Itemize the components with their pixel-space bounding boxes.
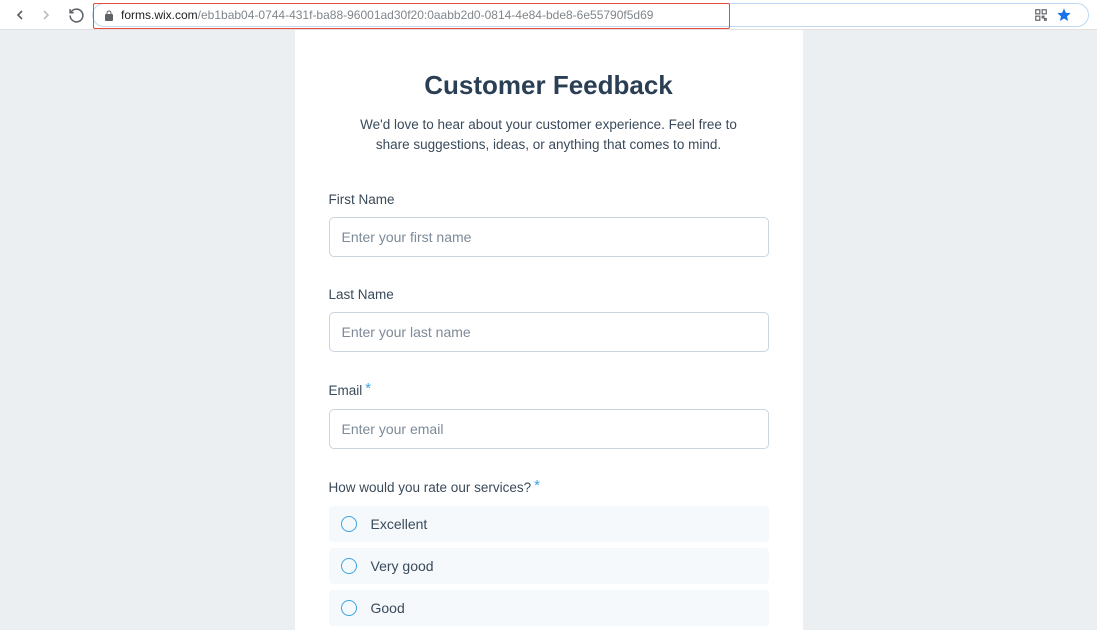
lock-icon [103, 9, 115, 21]
qr-icon[interactable] [1034, 8, 1048, 22]
radio-circle-icon [341, 600, 357, 616]
page-content: Customer Feedback We'd love to hear abou… [0, 30, 1097, 630]
bookmark-star-icon[interactable] [1056, 7, 1072, 23]
email-field: Email* [329, 382, 769, 449]
url-domain: forms.wix.com [121, 8, 198, 22]
address-bar[interactable]: forms.wix.com/eb1bab04-0744-431f-ba88-96… [92, 3, 1089, 27]
rating-field: How would you rate our services?* Excell… [329, 479, 769, 630]
email-input[interactable] [329, 409, 769, 449]
refresh-button[interactable] [68, 7, 84, 23]
radio-label: Very good [371, 558, 434, 574]
last-name-label: Last Name [329, 287, 769, 302]
back-button[interactable] [12, 7, 28, 23]
first-name-label: First Name [329, 192, 769, 207]
rating-label-text: How would you rate our services? [329, 480, 532, 495]
email-label: Email* [329, 382, 769, 399]
forward-button[interactable] [38, 7, 54, 23]
last-name-input[interactable] [329, 312, 769, 352]
rating-options: Excellent Very good Good Fair Poor [329, 506, 769, 630]
address-bar-right [1034, 7, 1078, 23]
radio-label: Excellent [371, 516, 428, 532]
nav-controls [8, 7, 84, 23]
email-label-text: Email [329, 383, 363, 398]
radio-option-good[interactable]: Good [329, 590, 769, 626]
page-subtitle: We'd love to hear about your customer ex… [329, 115, 769, 156]
required-star-icon: * [365, 380, 371, 397]
url-path: /eb1bab04-0744-431f-ba88-96001ad30f20:0a… [198, 8, 654, 22]
required-star-icon: * [534, 477, 540, 494]
first-name-field: First Name [329, 192, 769, 257]
page-title: Customer Feedback [329, 70, 769, 101]
radio-circle-icon [341, 516, 357, 532]
radio-option-excellent[interactable]: Excellent [329, 506, 769, 542]
rating-label: How would you rate our services?* [329, 479, 769, 496]
last-name-field: Last Name [329, 287, 769, 352]
radio-label: Good [371, 600, 405, 616]
form-container: Customer Feedback We'd love to hear abou… [295, 30, 803, 630]
url-text: forms.wix.com/eb1bab04-0744-431f-ba88-96… [121, 8, 653, 22]
radio-option-very-good[interactable]: Very good [329, 548, 769, 584]
radio-circle-icon [341, 558, 357, 574]
browser-toolbar: forms.wix.com/eb1bab04-0744-431f-ba88-96… [0, 0, 1097, 30]
first-name-input[interactable] [329, 217, 769, 257]
